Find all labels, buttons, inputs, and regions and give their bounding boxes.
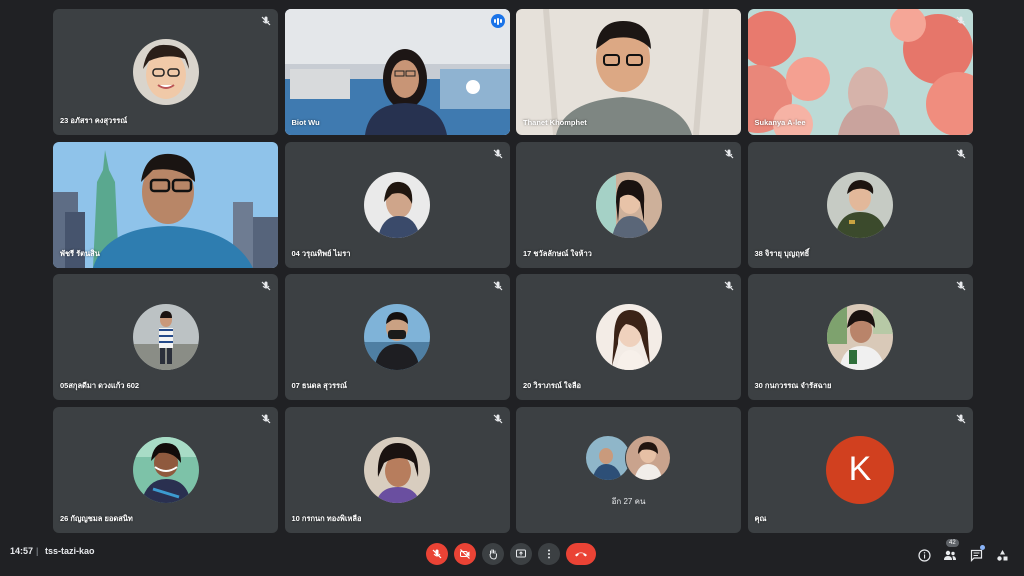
participant-tile-speaking[interactable]: Biot Wu	[284, 9, 510, 135]
participant-avatar	[827, 171, 893, 238]
participant-name: 20 วิราภรณ์ ใจลือ	[523, 381, 582, 390]
mic-toggle-button[interactable]	[426, 543, 448, 565]
participant-tile[interactable]: 04 วรุณทิพย์ ไมรา	[284, 141, 510, 268]
participant-name: 26 กัญญชมล ยอดสนิท	[60, 513, 133, 523]
mic-off-icon	[956, 16, 965, 26]
participant-grid: 23 อภัสรา คงสุวรรณ์ Biot Wu Thanet Khomp…	[53, 9, 973, 533]
mic-off-icon	[493, 414, 502, 423]
others-count-label: อีก 27 คน	[611, 496, 646, 506]
mic-off-icon	[724, 149, 734, 158]
meeting-details-button[interactable]	[916, 547, 932, 563]
participant-avatar	[595, 171, 662, 238]
participant-avatar	[132, 436, 199, 503]
participant-tile[interactable]: 38 จิรายุ บุญฤทธิ์	[747, 141, 973, 268]
participant-tile[interactable]: 30 กนกวรรณ จำรัสฉาย	[747, 274, 973, 400]
participant-tile[interactable]: Thanet Khomphet	[516, 9, 741, 135]
camera-toggle-button[interactable]	[454, 543, 476, 565]
participant-name: Biot Wu	[291, 118, 320, 127]
participant-name: 04 วรุณทิพย์ ไมรา	[291, 248, 351, 258]
participant-avatar	[595, 304, 662, 370]
info-icon	[917, 548, 931, 562]
participant-name: 10 กรกนก ทองพิเหลือ	[291, 513, 362, 523]
participant-name: 17 ชวัลลักษณ์ ใจห้าว	[523, 248, 592, 258]
camera-off-icon	[460, 549, 470, 559]
people-icon	[944, 550, 956, 560]
mic-off-icon	[956, 414, 965, 423]
participant-avatar	[624, 434, 671, 481]
mic-off-icon	[261, 281, 271, 291]
mic-off-icon	[261, 414, 271, 423]
participant-avatar	[364, 436, 430, 503]
mic-off-icon	[493, 149, 502, 158]
participant-avatar	[827, 304, 893, 370]
more-vert-icon	[548, 549, 550, 559]
participant-name: Thanet Khomphet	[523, 118, 587, 127]
self-tile[interactable]: K คุณ	[747, 406, 973, 533]
participant-tile[interactable]: 07 ธนดล สุวรรณ์	[284, 274, 510, 400]
raise-hand-button[interactable]	[482, 543, 504, 565]
present-screen-button[interactable]	[510, 543, 532, 565]
more-options-button[interactable]	[538, 543, 560, 565]
participant-tile[interactable]: 17 ชวัลลักษณ์ ใจห้าว	[516, 141, 741, 268]
chat-button[interactable]	[968, 545, 985, 563]
participant-avatar	[364, 304, 430, 370]
separator: |	[36, 546, 39, 556]
participants-count-badge: 42	[946, 539, 959, 547]
people-button[interactable]: 42	[942, 539, 959, 563]
participant-name: 23 อภัสรา คงสุวรรณ์	[60, 116, 128, 125]
activities-button[interactable]	[994, 547, 1010, 563]
others-avatars	[584, 434, 673, 481]
mic-off-icon	[261, 16, 271, 26]
participant-name: 38 จิรายุ บุญฤทธิ์	[754, 248, 810, 258]
participant-name: Sukanya A-lee	[754, 118, 806, 127]
participant-avatar	[364, 171, 430, 238]
participant-name: 07 ธนดล สุวรรณ์	[291, 381, 348, 390]
participant-video	[747, 9, 973, 135]
meeting-code: tss-tazi-kao	[45, 546, 95, 556]
participant-video	[284, 9, 510, 135]
hand-icon	[489, 549, 497, 560]
participant-avatar	[132, 39, 199, 105]
mic-off-icon	[956, 281, 965, 291]
speaking-indicator-icon	[490, 14, 505, 28]
participant-name: พัชรี รัตนสิน	[60, 248, 100, 258]
participant-avatar	[132, 304, 199, 370]
mic-off-icon	[956, 149, 965, 158]
mic-off-icon	[493, 281, 502, 291]
call-controls	[426, 543, 596, 565]
hang-up-icon	[575, 552, 587, 557]
participant-tile[interactable]: 10 กรกนก ทองพิเหลือ	[284, 406, 510, 533]
activities-icon	[996, 549, 1007, 561]
others-tile[interactable]: อีก 27 คน	[516, 406, 741, 533]
mic-off-icon	[432, 549, 442, 559]
chat-notification-dot	[980, 545, 985, 550]
participant-name: คุณ	[754, 513, 767, 523]
mic-off-icon	[724, 281, 734, 291]
self-avatar: K	[826, 435, 894, 504]
participant-tile[interactable]: พัชรี รัตนสิน	[53, 141, 278, 268]
bottom-bar: 14:57 | tss-tazi-kao 42	[0, 534, 1024, 576]
participant-tile[interactable]: 26 กัญญชมล ยอดสนิท	[53, 406, 278, 533]
participant-tile[interactable]: 23 อภัสรา คงสุวรรณ์	[53, 9, 278, 135]
participant-tile[interactable]: 05สกุลดีมา ดวงแก้ว 602	[53, 274, 278, 400]
participant-tile[interactable]: Sukanya A-lee	[747, 9, 973, 135]
present-icon	[516, 549, 526, 558]
participant-name: 30 กนกวรรณ จำรัสฉาย	[754, 381, 832, 390]
side-controls: 42	[916, 539, 1010, 563]
chat-icon	[970, 549, 982, 562]
clock: 14:57	[10, 546, 34, 556]
participant-avatar	[584, 434, 631, 481]
participant-tile[interactable]: 20 วิราภรณ์ ใจลือ	[516, 274, 741, 400]
leave-call-button[interactable]	[566, 543, 596, 565]
participant-name: 05สกุลดีมา ดวงแก้ว 602	[60, 381, 140, 390]
participant-video	[516, 9, 741, 135]
